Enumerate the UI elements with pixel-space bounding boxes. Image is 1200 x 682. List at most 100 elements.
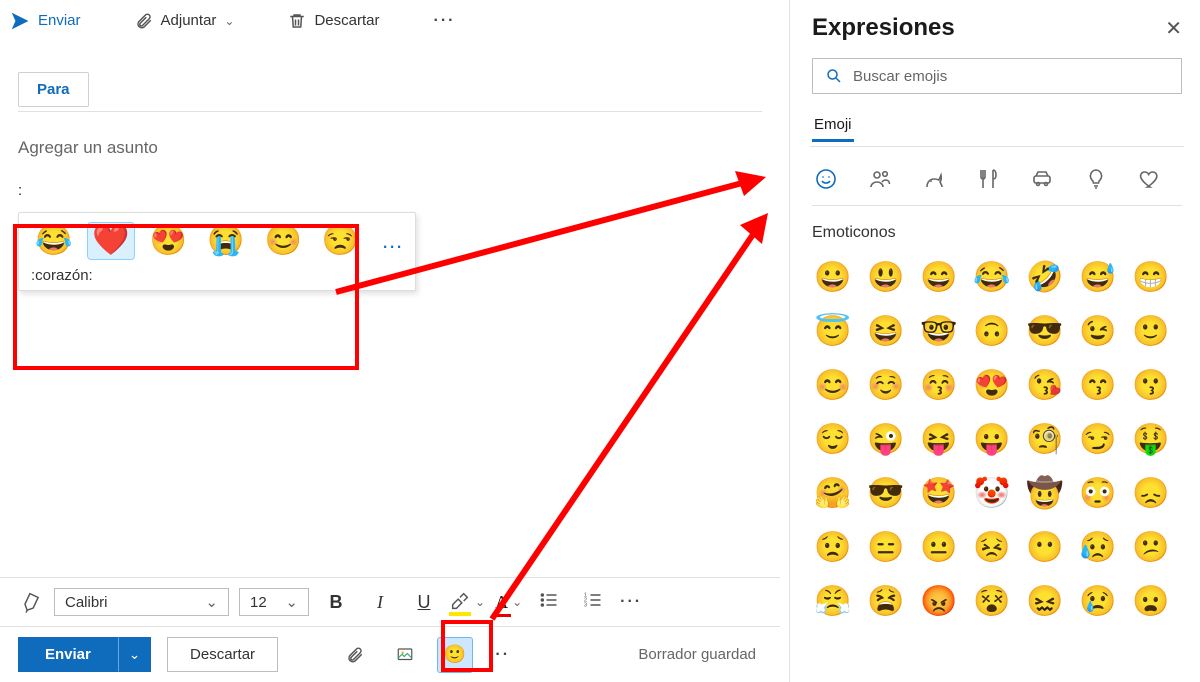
emoji-cell[interactable]: 🙂 (1130, 310, 1172, 352)
emoji-cell[interactable]: 😦 (1130, 580, 1172, 622)
emoji-cell[interactable]: 😎 (1024, 310, 1066, 352)
emoji-cell[interactable]: 🤑 (1130, 418, 1172, 460)
emoji-cell[interactable]: 😫 (865, 580, 907, 622)
emoji-cell[interactable]: 🤠 (1024, 472, 1066, 514)
category-food-icon[interactable] (974, 165, 1002, 193)
emoji-cell[interactable]: 😞 (1130, 472, 1172, 514)
suggest-emoji[interactable]: 😍 (146, 223, 191, 259)
emoji-cell[interactable]: 🧐 (1024, 418, 1066, 460)
underline-button[interactable]: U (407, 592, 441, 613)
category-objects-icon[interactable] (1082, 165, 1110, 193)
suggest-more-button[interactable]: … (381, 228, 403, 254)
more-actions-button[interactable]: ··· (488, 646, 510, 664)
send-button-top[interactable]: Enviar (10, 12, 81, 30)
chevron-down-icon: ⌄ (205, 593, 218, 611)
subject-input[interactable]: Agregar un asunto (18, 138, 762, 158)
emoji-cell[interactable]: 😃 (865, 256, 907, 298)
more-format-button[interactable]: ··· (620, 593, 642, 611)
font-size-dropdown[interactable]: 12 ⌄ (239, 588, 309, 616)
format-painter-icon[interactable] (14, 585, 47, 618)
emoji-cell[interactable]: ☺️ (865, 364, 907, 406)
emoji-cell[interactable]: 😁 (1130, 256, 1172, 298)
emoji-cell[interactable]: 😛 (971, 418, 1013, 460)
close-icon[interactable]: ✕ (1165, 16, 1182, 41)
emoji-cell[interactable]: 😉 (1077, 310, 1119, 352)
emoji-cell[interactable]: 😐 (918, 526, 960, 568)
emoji-cell[interactable]: 😢 (1077, 580, 1119, 622)
emoji-cell[interactable]: 😝 (918, 418, 960, 460)
emoji-cell[interactable]: 😘 (1024, 364, 1066, 406)
category-smileys-icon[interactable] (812, 165, 840, 193)
category-symbols-icon[interactable] (1136, 165, 1164, 193)
attach-button[interactable]: Adjuntar ⌄ (135, 11, 235, 31)
discard-button[interactable]: Descartar (167, 637, 278, 672)
category-people-icon[interactable] (866, 165, 894, 193)
suggest-emoji[interactable]: 😂 (31, 223, 76, 259)
insert-image-icon[interactable] (388, 638, 422, 672)
emoji-cell[interactable]: 😆 (865, 310, 907, 352)
emoji-cell[interactable]: 😚 (918, 364, 960, 406)
attach-label: Adjuntar (161, 12, 217, 29)
emoji-section-title: Emoticonos (812, 224, 1182, 242)
tab-emoji[interactable]: Emoji (812, 110, 854, 142)
font-color-button[interactable]: A ⌄ (495, 592, 522, 613)
suggest-emoji[interactable]: 😊 (260, 223, 305, 259)
discard-button-top[interactable]: Descartar (288, 11, 379, 31)
emoji-cell[interactable]: 😖 (1024, 580, 1066, 622)
emoji-cell[interactable]: 😳 (1077, 472, 1119, 514)
emoji-cell[interactable]: 😀 (812, 256, 854, 298)
emoji-cell[interactable]: 😄 (918, 256, 960, 298)
emoji-cell[interactable]: 😑 (865, 526, 907, 568)
bold-button[interactable]: B (319, 592, 353, 613)
emoji-cell[interactable]: 😕 (1130, 526, 1172, 568)
attach-icon[interactable] (338, 638, 372, 672)
emoji-cell[interactable]: 😗 (1130, 364, 1172, 406)
emoji-cell[interactable]: 🤗 (812, 472, 854, 514)
emoji-cell[interactable]: 🤣 (1024, 256, 1066, 298)
emoji-cell[interactable]: 🤓 (918, 310, 960, 352)
body-text: : (18, 182, 762, 199)
category-animals-icon[interactable] (920, 165, 948, 193)
emoji-cell[interactable]: 😣 (971, 526, 1013, 568)
emoji-cell[interactable]: 😏 (1077, 418, 1119, 460)
emoji-cell[interactable]: 😙 (1077, 364, 1119, 406)
italic-button[interactable]: I (363, 592, 397, 613)
emoji-cell[interactable]: 😵 (971, 580, 1013, 622)
emoji-cell[interactable]: 🤡 (971, 472, 1013, 514)
emoji-cell[interactable]: 😂 (971, 256, 1013, 298)
highlight-button[interactable]: ⌄ (451, 592, 485, 612)
emoji-search-input[interactable]: Buscar emojis (812, 58, 1182, 94)
expressions-panel: Expresiones ✕ Buscar emojis Emoji Emotic… (789, 0, 1200, 682)
suggest-emoji[interactable]: 😒 (318, 223, 363, 259)
emoji-cell[interactable]: 😅 (1077, 256, 1119, 298)
to-button[interactable]: Para (18, 72, 89, 107)
emoji-cell[interactable]: 😥 (1077, 526, 1119, 568)
emoji-cell[interactable]: 😜 (865, 418, 907, 460)
emoji-cell[interactable]: 😟 (812, 526, 854, 568)
recipients-row[interactable]: Para (18, 72, 762, 112)
suggest-emoji[interactable]: 😭 (203, 223, 248, 259)
emoji-cell[interactable]: 😍 (971, 364, 1013, 406)
emoji-cell[interactable]: 😎 (865, 472, 907, 514)
emoji-cell[interactable]: 😤 (812, 580, 854, 622)
emoji-cell[interactable]: 😊 (812, 364, 854, 406)
send-button[interactable]: Enviar (18, 637, 118, 672)
bullets-button[interactable] (532, 590, 566, 615)
emoji-cell[interactable]: 😌 (812, 418, 854, 460)
font-family-dropdown[interactable]: Calibri ⌄ (54, 588, 229, 616)
emoji-cell[interactable]: 😶 (1024, 526, 1066, 568)
category-travel-icon[interactable] (1028, 165, 1056, 193)
emoji-cell[interactable]: 🤩 (918, 472, 960, 514)
svg-text:3: 3 (584, 602, 587, 608)
suggest-emoji[interactable]: ❤️ (88, 223, 133, 259)
message-body[interactable]: : 😂❤️😍😭😊😒… :corazón: (18, 182, 762, 502)
chevron-down-icon: ⌄ (285, 593, 298, 611)
insert-emoji-button[interactable]: 🙂 (438, 638, 472, 672)
emoji-cell[interactable]: 😇 (812, 310, 854, 352)
send-dropdown-button[interactable]: ⌄ (118, 637, 151, 672)
numbering-button[interactable]: 123 (576, 590, 610, 615)
emoji-cell[interactable]: 🙃 (971, 310, 1013, 352)
more-button[interactable]: ··· (434, 12, 456, 30)
emoji-cell[interactable]: 😡 (918, 580, 960, 622)
panel-title: Expresiones (812, 14, 955, 42)
